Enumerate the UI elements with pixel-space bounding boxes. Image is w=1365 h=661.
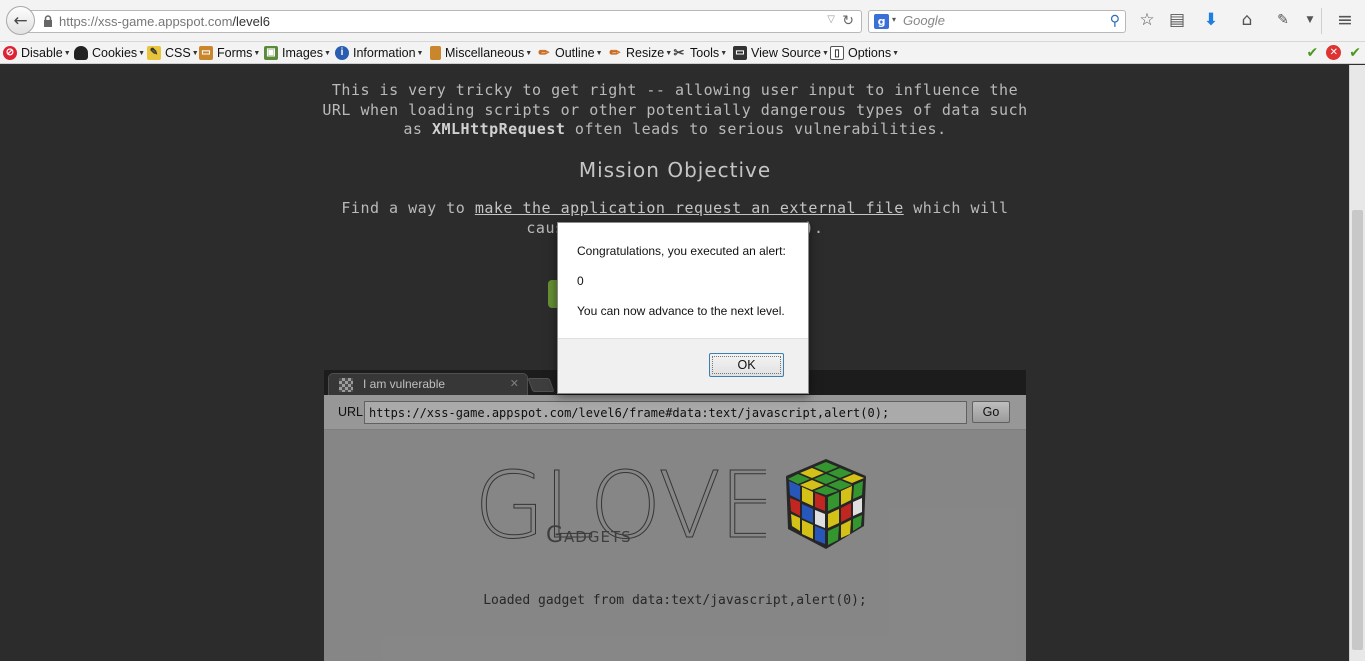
css-valid-check-icon[interactable]: ✔ — [1307, 45, 1319, 61]
view-source-icon: ▭ — [733, 46, 747, 60]
wd-status-icons: ✔ ✕ ✔ — [1307, 45, 1361, 61]
wd-information-menu[interactable]: i Information ▼ — [335, 45, 423, 61]
chevron-down-icon: ▼ — [821, 49, 829, 57]
wd-miscellaneous-label: Miscellaneous — [445, 46, 525, 60]
outline-pencil-icon: ✏ — [538, 45, 550, 60]
toolbar-separator — [1321, 8, 1322, 34]
url-host: https://xss-game.appspot.com — [59, 14, 233, 29]
wd-resize-label: Resize — [626, 46, 665, 60]
wd-options-label: Options — [848, 46, 892, 60]
history-dropdown-icon[interactable]: ▽ — [827, 14, 835, 25]
forms-icon: ▭ — [199, 46, 213, 60]
wd-disable-label: Disable — [21, 46, 63, 60]
wd-css-label: CSS — [165, 46, 191, 60]
tools-icon: ✂ — [673, 45, 685, 60]
wd-disable-menu[interactable]: ⊘ Disable ▼ — [3, 45, 71, 61]
css-icon: ✎ — [147, 46, 161, 60]
web-developer-toolbar: ⊘ Disable ▼ Cookies ▼ ✎ CSS ▼ ▭ Forms ▼ ▣ Images… — [0, 42, 1365, 64]
wd-miscellaneous-menu[interactable]: Miscellaneous ▼ — [430, 45, 532, 61]
chevron-down-icon: ▼ — [63, 49, 71, 57]
search-input[interactable] — [903, 13, 1103, 28]
ok-button[interactable]: OK — [709, 353, 784, 377]
chevron-down-icon: ▼ — [138, 49, 146, 57]
wd-information-label: Information — [353, 46, 416, 60]
wd-view-source-label: View Source — [751, 46, 821, 60]
back-arrow-icon: ← — [13, 10, 28, 31]
miscellaneous-icon — [430, 46, 441, 60]
chevron-down-icon: ▼ — [595, 49, 603, 57]
search-icon[interactable]: ⚲ — [1110, 13, 1120, 29]
page-scrollbar[interactable] — [1349, 65, 1365, 661]
search-bar[interactable]: g ▾ ⚲ — [868, 10, 1126, 33]
cookies-icon — [74, 46, 88, 60]
images-icon: ▣ — [264, 46, 278, 60]
wd-tools-label: Tools — [690, 46, 720, 60]
wd-forms-menu[interactable]: ▭ Forms ▼ — [199, 45, 260, 61]
addon-dropdown-icon[interactable]: ▼ — [1299, 9, 1321, 31]
wd-cookies-menu[interactable]: Cookies ▼ — [74, 45, 145, 61]
wd-cookies-label: Cookies — [92, 46, 138, 60]
chevron-down-icon: ▼ — [892, 49, 900, 57]
bookmark-star-icon[interactable]: ☆ — [1136, 9, 1158, 31]
url-bar[interactable]: https://xss-game.appspot.com/level6 ▽ ↻ — [26, 10, 862, 33]
alert-dialog: Congratulations, you executed an alert: … — [557, 222, 809, 394]
alert-message-line: You can now advance to the next level. — [577, 304, 785, 318]
chevron-down-icon: ▼ — [525, 49, 533, 57]
addon-icon[interactable]: ✎ — [1272, 9, 1294, 31]
wd-outline-menu[interactable]: ✏ Outline ▼ — [537, 45, 603, 61]
chevron-down-icon: ▼ — [324, 49, 331, 57]
bookmarks-list-icon[interactable]: ▤ — [1166, 9, 1188, 31]
engine-dropdown-icon[interactable]: ▾ — [892, 15, 896, 24]
wd-images-menu[interactable]: ▣ Images ▼ — [264, 45, 331, 61]
home-icon[interactable]: ⌂ — [1236, 9, 1258, 31]
back-button[interactable]: ← — [6, 6, 35, 35]
html-valid-check-icon[interactable]: ✔ — [1349, 45, 1361, 61]
disable-icon: ⊘ — [3, 46, 17, 60]
hamburger-menu-icon[interactable]: ≡ — [1334, 9, 1356, 31]
wd-outline-label: Outline — [555, 46, 595, 60]
wd-resize-menu[interactable]: ✏ Resize ▼ — [608, 45, 673, 61]
options-icon: ▯ — [830, 46, 844, 60]
wd-css-menu[interactable]: ✎ CSS ▼ — [147, 45, 199, 61]
url-text[interactable]: https://xss-game.appspot.com/level6 — [59, 14, 270, 29]
alert-footer: OK — [558, 338, 808, 393]
scrollbar-thumb[interactable] — [1352, 210, 1363, 650]
wd-view-source-menu[interactable]: ▭ View Source ▼ — [733, 45, 829, 61]
chevron-down-icon: ▼ — [191, 49, 199, 57]
wd-tools-menu[interactable]: ✂ Tools ▼ — [672, 45, 728, 61]
resize-icon: ✏ — [609, 45, 621, 60]
information-icon: i — [335, 46, 349, 60]
url-path: /level6 — [232, 14, 270, 29]
wd-options-menu[interactable]: ▯ Options ▼ — [830, 45, 899, 61]
chevron-down-icon: ▼ — [416, 49, 424, 57]
alert-body: Congratulations, you executed an alert: … — [558, 223, 808, 338]
browser-navbar: https://xss-game.appspot.com/level6 ▽ ↻ … — [0, 0, 1365, 42]
downloads-icon[interactable]: ⬇ — [1200, 9, 1222, 31]
wd-images-label: Images — [282, 46, 323, 60]
lock-icon — [44, 15, 52, 27]
wd-forms-label: Forms — [217, 46, 253, 60]
reload-icon[interactable]: ↻ — [842, 13, 854, 29]
alert-value: 0 — [577, 274, 584, 288]
js-error-icon[interactable]: ✕ — [1326, 45, 1342, 60]
chevron-down-icon: ▼ — [720, 49, 728, 57]
google-engine-icon[interactable]: g — [874, 14, 889, 29]
alert-message-line: Congratulations, you executed an alert: — [577, 244, 786, 258]
chevron-down-icon: ▼ — [253, 49, 261, 57]
